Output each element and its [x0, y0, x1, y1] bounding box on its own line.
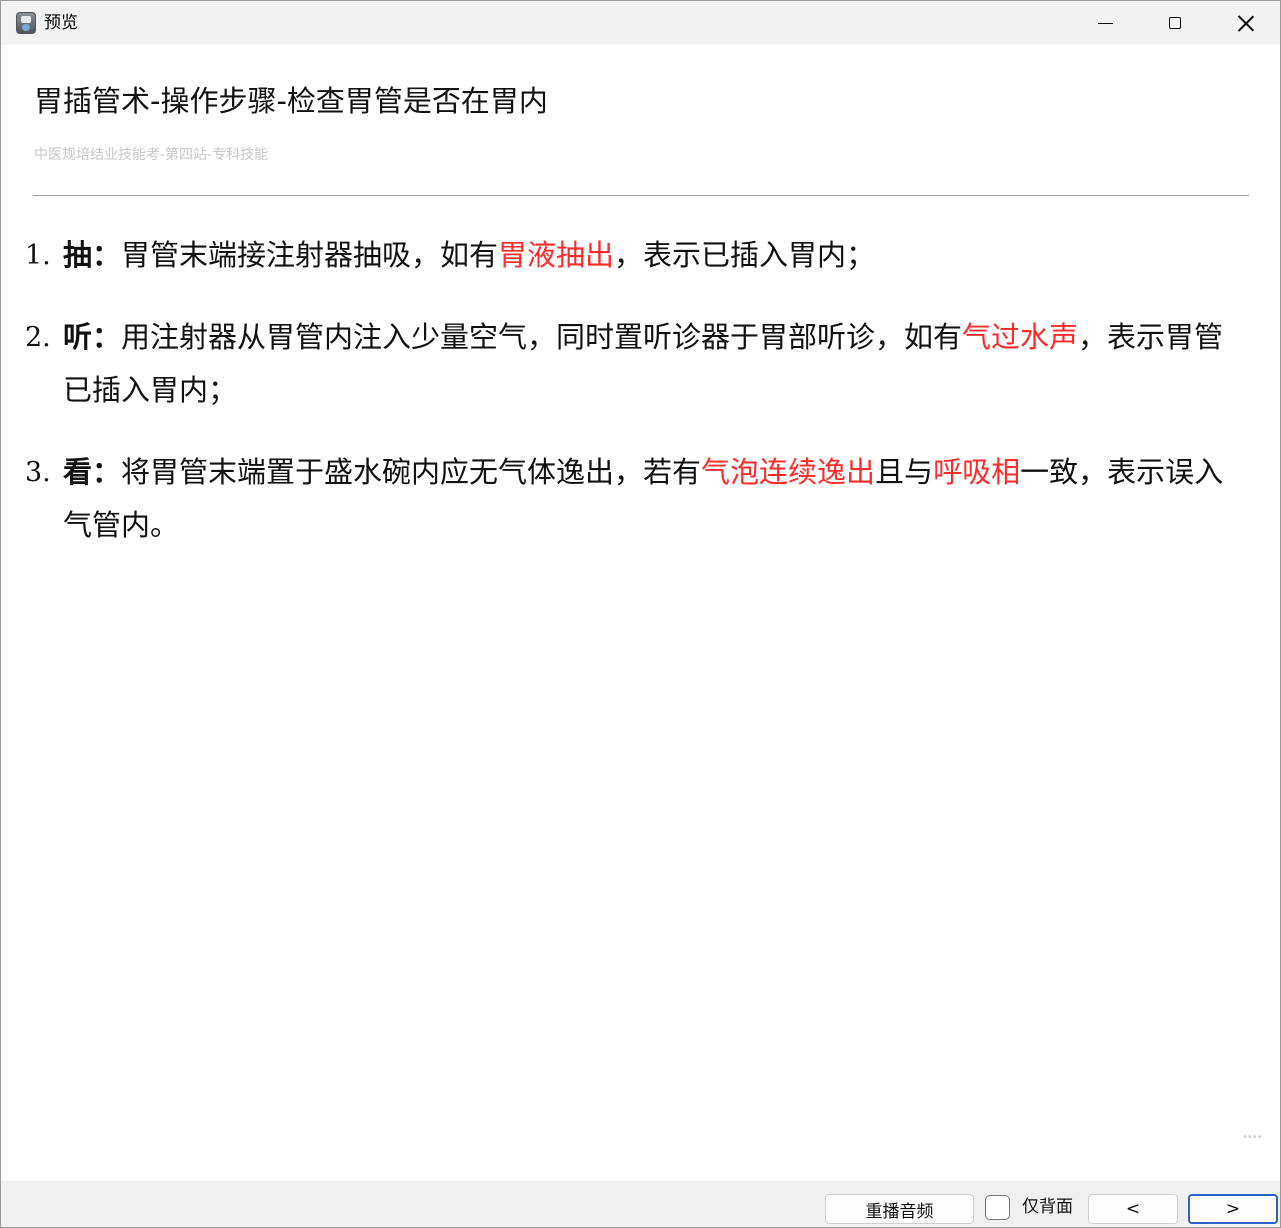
step-text: 将胃管末端置于盛水碗内应无气体逸出，若有: [121, 455, 702, 489]
step-highlight: 气过水声: [962, 320, 1079, 354]
footer-bar: 重播音频 仅背面 < >: [1, 1181, 1280, 1227]
step-text: 且与: [875, 455, 934, 489]
title-bar[interactable]: 预览: [1, 1, 1280, 45]
step-key: 看：: [63, 455, 122, 489]
step-text: 用注射器从胃管内注入少量空气，同时置听诊器于胃部听诊，如有: [121, 320, 963, 354]
back-only-label[interactable]: 仅背面: [1022, 1196, 1073, 1218]
close-icon: [1237, 15, 1254, 32]
app-icon: [16, 12, 36, 34]
step-number: 2.: [25, 322, 51, 353]
previous-button[interactable]: <: [1088, 1194, 1178, 1224]
step-item: 2. 听：用注射器从胃管内注入少量空气，同时置听诊器于胃部听诊，如有气过水声，表…: [25, 311, 1235, 417]
close-button[interactable]: [1210, 1, 1280, 45]
step-number: 1.: [25, 240, 51, 271]
card-content: 胃插管术-操作步骤-检查胃管是否在胃内 中医规培结业技能考-第四站-专科技能 1…: [1, 45, 1280, 1181]
replay-audio-button[interactable]: 重播音频: [825, 1194, 974, 1224]
step-key: 听：: [63, 320, 122, 354]
step-key: 抽：: [63, 238, 122, 272]
window-title: 预览: [44, 13, 78, 33]
step-text: ，表示已插入胃内；: [614, 238, 876, 272]
step-number: 3.: [25, 457, 51, 488]
step-highlight: 气泡连续逸出: [701, 455, 876, 489]
minimize-button[interactable]: [1070, 1, 1140, 45]
resize-handle-icon[interactable]: ••••: [1242, 1132, 1263, 1143]
step-list: 1. 抽：胃管末端接注射器抽吸，如有胃液抽出，表示已插入胃内； 2. 听：用注射…: [25, 229, 1235, 581]
step-highlight: 胃液抽出: [498, 238, 615, 272]
card-subtitle: 中医规培结业技能考-第四站-专科技能: [34, 147, 269, 163]
maximize-icon: [1169, 17, 1181, 29]
step-item: 1. 抽：胃管末端接注射器抽吸，如有胃液抽出，表示已插入胃内；: [25, 229, 1235, 282]
step-text: 胃管末端接注射器抽吸，如有: [121, 238, 499, 272]
next-button[interactable]: >: [1188, 1194, 1278, 1224]
back-only-checkbox[interactable]: [985, 1195, 1010, 1220]
minimize-icon: [1097, 22, 1113, 24]
divider: [33, 195, 1249, 196]
step-item: 3. 看：将胃管末端置于盛水碗内应无气体逸出，若有气泡连续逸出且与呼吸相一致，表…: [25, 446, 1235, 552]
step-highlight: 呼吸相: [933, 455, 1021, 489]
preview-window: 预览 胃插管术-操作步骤-检查胃管是否在胃内 中医规培结业技能考-第四站-专科技…: [0, 0, 1281, 1228]
card-title: 胃插管术-操作步骤-检查胃管是否在胃内: [34, 84, 548, 118]
maximize-button[interactable]: [1140, 1, 1210, 45]
